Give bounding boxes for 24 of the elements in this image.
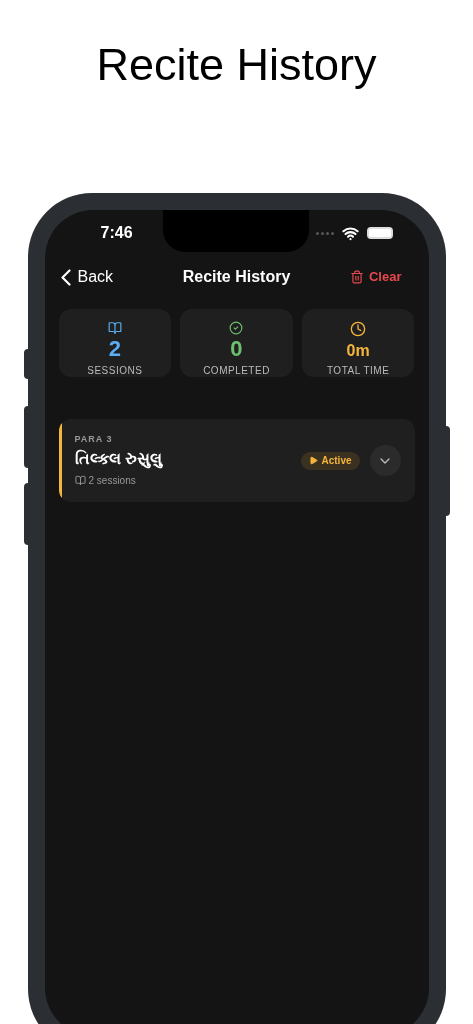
stat-label: SESSIONS	[87, 365, 143, 377]
stat-value: 0	[230, 337, 243, 361]
back-button[interactable]: Back	[54, 265, 135, 289]
surah-title: તિલ્કલ રુસુલુ	[74, 448, 164, 471]
back-icon	[60, 268, 71, 286]
status-time: 7:46	[100, 223, 133, 243]
stat-value: 0m	[346, 341, 370, 361]
play-icon	[309, 456, 319, 465]
stat-value: 2	[108, 337, 121, 361]
wifi-icon	[341, 224, 359, 242]
screen-title: Recite History	[182, 267, 291, 287]
session-count: 2 sessions	[88, 474, 136, 489]
signal-icon	[315, 231, 334, 235]
stat-label: COMPLETED	[203, 365, 270, 377]
stat-label: TOTAL TIME	[326, 365, 390, 377]
para-label: PARA 3	[74, 432, 114, 446]
history-card[interactable]: PARA 3 તિલ્કલ રુસુલુ 2 sessions Active	[58, 419, 415, 502]
battery-icon	[366, 227, 393, 239]
clear-button[interactable]: Clear	[338, 267, 419, 287]
book-icon	[74, 475, 86, 487]
status-badge: Active	[301, 451, 360, 470]
expand-button[interactable]	[369, 445, 401, 476]
trash-icon	[349, 270, 364, 284]
page-title: Recite History	[96, 38, 377, 92]
